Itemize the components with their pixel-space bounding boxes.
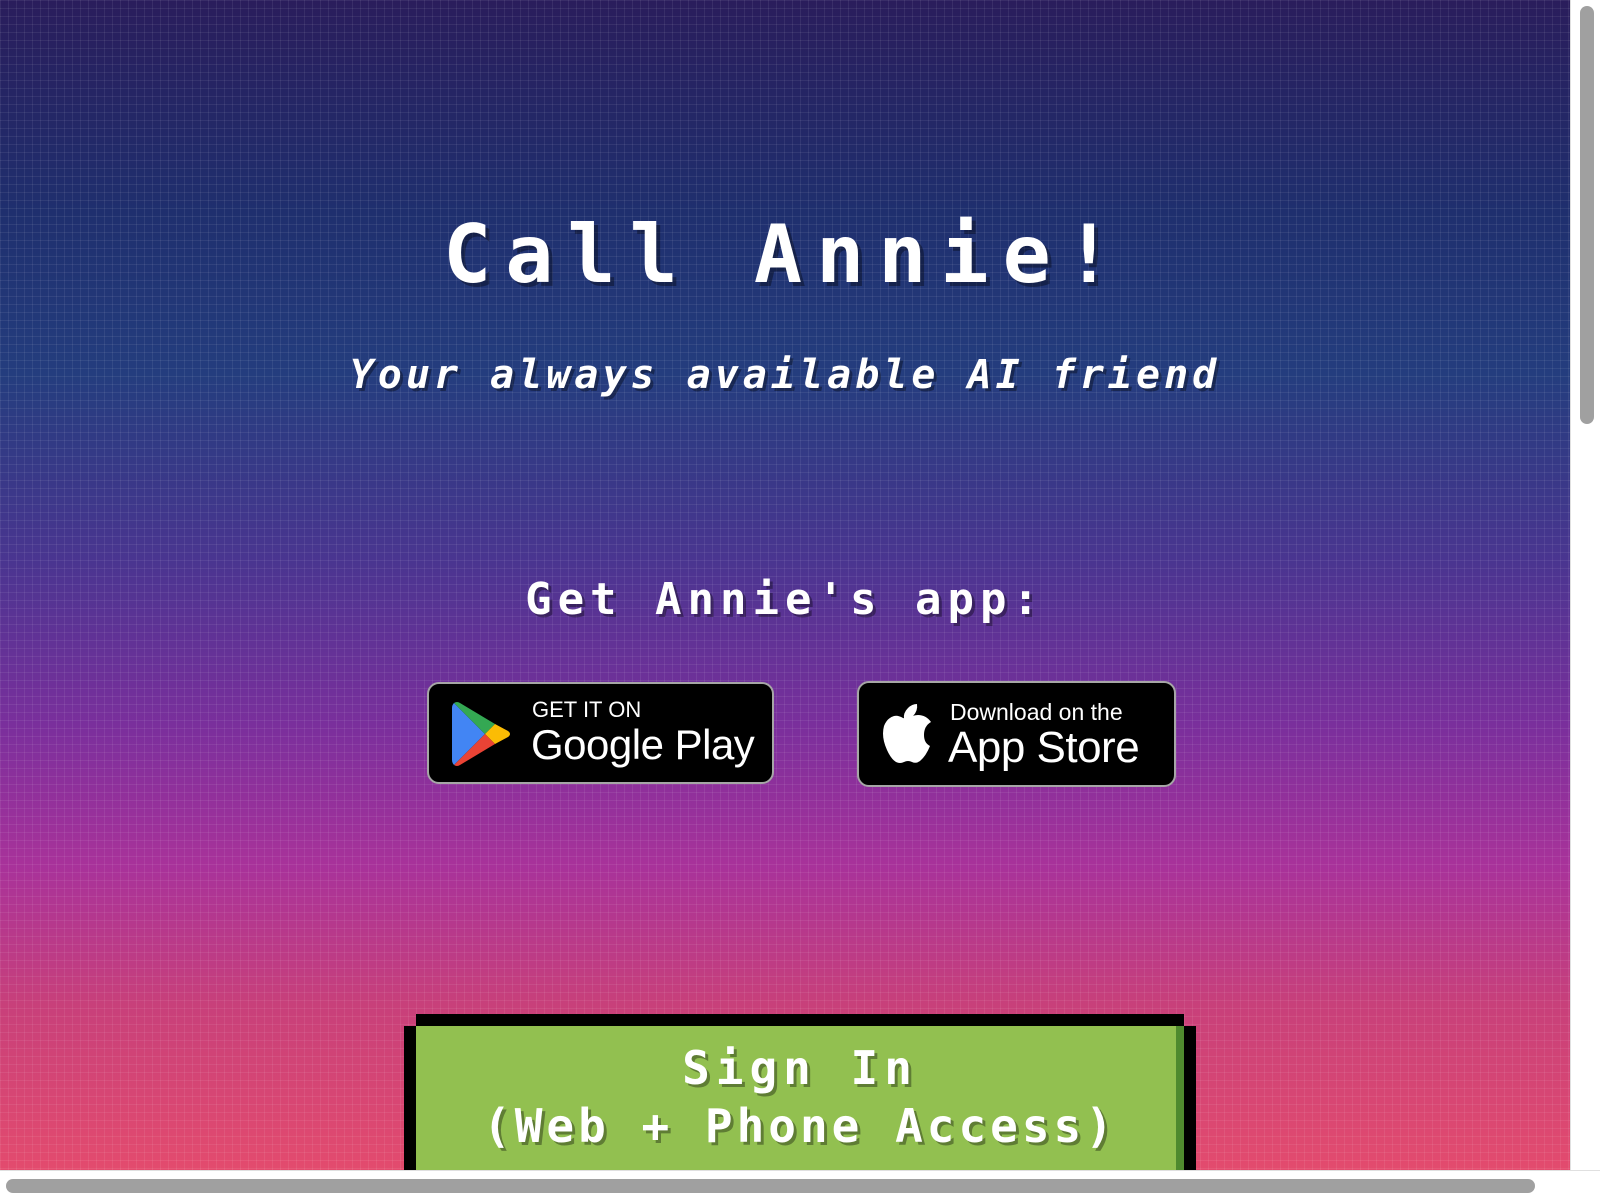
google-play-big-text: Google Play: [531, 721, 755, 768]
sign-in-sublabel: (Web + Phone Access): [483, 1099, 1117, 1153]
horizontal-scrollbar-thumb[interactable]: [6, 1179, 1535, 1193]
horizontal-scrollbar[interactable]: [0, 1170, 1600, 1200]
app-store-small-text: Download on the: [950, 699, 1123, 725]
app-store-badge[interactable]: Download on the App Store: [857, 681, 1176, 787]
app-store-big-text: App Store: [948, 723, 1140, 772]
sign-in-label: Sign In: [682, 1041, 918, 1095]
tagline: Your always available AI friend: [349, 352, 1221, 398]
vertical-scrollbar[interactable]: [1570, 0, 1600, 1170]
google-play-small-text: GET IT ON: [532, 697, 642, 722]
app-section-heading: Get Annie's app:: [525, 574, 1045, 625]
google-play-icon: [452, 702, 510, 766]
main-content: Call Annie! Your always available AI fri…: [0, 0, 1570, 1170]
signin-container: Sign In (Web + Phone Access): [404, 1014, 1196, 1170]
page-title: Call Annie!: [443, 208, 1127, 301]
apple-icon: [883, 704, 931, 763]
google-play-badge[interactable]: GET IT ON Google Play: [427, 682, 774, 784]
vertical-scrollbar-thumb[interactable]: [1580, 6, 1594, 424]
signin-border-top: [416, 1014, 1184, 1026]
page-background: Call Annie! Your always available AI fri…: [0, 0, 1570, 1170]
sign-in-button[interactable]: Sign In (Web + Phone Access): [404, 1026, 1196, 1170]
